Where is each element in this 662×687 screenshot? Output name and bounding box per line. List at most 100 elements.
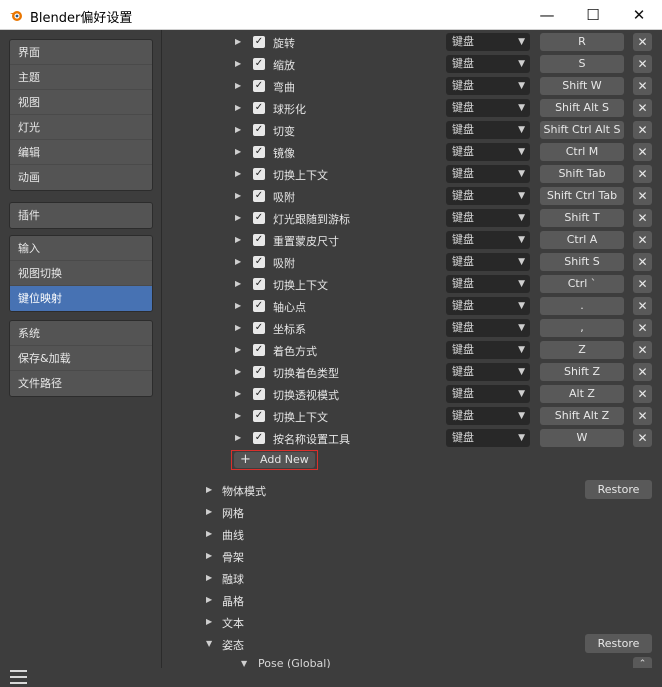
input-type-select[interactable]: 键盘 ▼ — [446, 187, 530, 205]
expand-arrow-icon[interactable]: ▶ — [206, 529, 212, 538]
enabled-checkbox[interactable]: ✓ — [253, 234, 265, 246]
sidebar-item-lights[interactable]: 灯光 — [10, 115, 152, 140]
expand-arrow-icon[interactable]: ▶ — [235, 213, 241, 222]
expand-arrow-icon[interactable]: ▶ — [235, 279, 241, 288]
remove-item-button[interactable]: ✕ — [633, 253, 652, 271]
expand-arrow-icon[interactable]: ▶ — [235, 323, 241, 332]
keymap-subcategory[interactable]: ▼ Pose (Global) ⌃ — [163, 657, 662, 668]
input-type-select[interactable]: 键盘 ▼ — [446, 231, 530, 249]
key-binding-button[interactable]: W — [540, 429, 624, 447]
remove-item-button[interactable]: ✕ — [633, 319, 652, 337]
keymap-category[interactable]: ▶ 曲线 — [163, 523, 662, 545]
remove-item-button[interactable]: ✕ — [633, 429, 652, 447]
scroll-up-icon[interactable]: ⌃ — [633, 657, 652, 668]
key-binding-button[interactable]: Shift Ctrl Alt S — [540, 121, 624, 139]
remove-item-button[interactable]: ✕ — [633, 341, 652, 359]
input-type-select[interactable]: 键盘 ▼ — [446, 55, 530, 73]
collapse-arrow-icon[interactable]: ▼ — [241, 659, 247, 668]
restore-button[interactable]: Restore — [585, 480, 652, 499]
remove-item-button[interactable]: ✕ — [633, 363, 652, 381]
sidebar-item-save-load[interactable]: 保存&加载 — [10, 346, 152, 371]
keymap-category[interactable]: ▼ 姿态 Restore — [163, 633, 662, 655]
expand-arrow-icon[interactable]: ▶ — [206, 595, 212, 604]
sidebar-item-addons[interactable]: 插件 — [10, 203, 152, 228]
sidebar-item-editing[interactable]: 编辑 — [10, 140, 152, 165]
sidebar-item-viewport[interactable]: 视图 — [10, 90, 152, 115]
enabled-checkbox[interactable]: ✓ — [253, 80, 265, 92]
key-binding-button[interactable]: S — [540, 55, 624, 73]
keymap-category[interactable]: ▶ 文本 — [163, 611, 662, 633]
expand-arrow-icon[interactable]: ▶ — [235, 411, 241, 420]
remove-item-button[interactable]: ✕ — [633, 209, 652, 227]
expand-arrow-icon[interactable]: ▶ — [235, 345, 241, 354]
input-type-select[interactable]: 键盘 ▼ — [446, 99, 530, 117]
expand-arrow-icon[interactable]: ▶ — [235, 147, 241, 156]
remove-item-button[interactable]: ✕ — [633, 33, 652, 51]
key-binding-button[interactable]: Ctrl ` — [540, 275, 624, 293]
remove-item-button[interactable]: ✕ — [633, 407, 652, 425]
collapse-arrow-icon[interactable]: ▼ — [206, 639, 212, 648]
remove-item-button[interactable]: ✕ — [633, 77, 652, 95]
enabled-checkbox[interactable]: ✓ — [253, 124, 265, 136]
input-type-select[interactable]: 键盘 ▼ — [446, 319, 530, 337]
enabled-checkbox[interactable]: ✓ — [253, 256, 265, 268]
keymap-category[interactable]: ▶ 物体模式 Restore — [163, 479, 662, 501]
expand-arrow-icon[interactable]: ▶ — [206, 617, 212, 626]
remove-item-button[interactable]: ✕ — [633, 143, 652, 161]
key-binding-button[interactable]: Shift Tab — [540, 165, 624, 183]
input-type-select[interactable]: 键盘 ▼ — [446, 121, 530, 139]
enabled-checkbox[interactable]: ✓ — [253, 36, 265, 48]
expand-arrow-icon[interactable]: ▶ — [235, 367, 241, 376]
input-type-select[interactable]: 键盘 ▼ — [446, 165, 530, 183]
remove-item-button[interactable]: ✕ — [633, 231, 652, 249]
expand-arrow-icon[interactable]: ▶ — [206, 573, 212, 582]
key-binding-button[interactable]: Shift S — [540, 253, 624, 271]
expand-arrow-icon[interactable]: ▶ — [235, 257, 241, 266]
remove-item-button[interactable]: ✕ — [633, 275, 652, 293]
restore-button[interactable]: Restore — [585, 634, 652, 653]
expand-arrow-icon[interactable]: ▶ — [235, 169, 241, 178]
enabled-checkbox[interactable]: ✓ — [253, 58, 265, 70]
keymap-category[interactable]: ▶ 融球 — [163, 567, 662, 589]
remove-item-button[interactable]: ✕ — [633, 187, 652, 205]
key-binding-button[interactable]: , — [540, 319, 624, 337]
enabled-checkbox[interactable]: ✓ — [253, 278, 265, 290]
close-button[interactable]: ✕ — [616, 0, 662, 30]
key-binding-button[interactable]: R — [540, 33, 624, 51]
key-binding-button[interactable]: Shift Alt S — [540, 99, 624, 117]
enabled-checkbox[interactable]: ✓ — [253, 366, 265, 378]
hamburger-menu-icon[interactable] — [10, 670, 27, 687]
expand-arrow-icon[interactable]: ▶ — [235, 103, 241, 112]
expand-arrow-icon[interactable]: ▶ — [235, 125, 241, 134]
expand-arrow-icon[interactable]: ▶ — [235, 59, 241, 68]
key-binding-button[interactable]: Shift Ctrl Tab — [540, 187, 624, 205]
key-binding-button[interactable]: Shift T — [540, 209, 624, 227]
key-binding-button[interactable]: Shift W — [540, 77, 624, 95]
enabled-checkbox[interactable]: ✓ — [253, 322, 265, 334]
input-type-select[interactable]: 键盘 ▼ — [446, 143, 530, 161]
input-type-select[interactable]: 键盘 ▼ — [446, 407, 530, 425]
key-binding-button[interactable]: Alt Z — [540, 385, 624, 403]
keymap-category[interactable]: ▶ 骨架 — [163, 545, 662, 567]
enabled-checkbox[interactable]: ✓ — [253, 190, 265, 202]
expand-arrow-icon[interactable]: ▶ — [235, 433, 241, 442]
enabled-checkbox[interactable]: ✓ — [253, 102, 265, 114]
sidebar-item-navigation[interactable]: 视图切换 — [10, 261, 152, 286]
key-binding-button[interactable]: Shift Z — [540, 363, 624, 381]
enabled-checkbox[interactable]: ✓ — [253, 212, 265, 224]
input-type-select[interactable]: 键盘 ▼ — [446, 275, 530, 293]
input-type-select[interactable]: 键盘 ▼ — [446, 297, 530, 315]
input-type-select[interactable]: 键盘 ▼ — [446, 341, 530, 359]
expand-arrow-icon[interactable]: ▶ — [206, 551, 212, 560]
input-type-select[interactable]: 键盘 ▼ — [446, 429, 530, 447]
sidebar-item-themes[interactable]: 主题 — [10, 65, 152, 90]
sidebar-item-input[interactable]: 输入 — [10, 236, 152, 261]
remove-item-button[interactable]: ✕ — [633, 55, 652, 73]
remove-item-button[interactable]: ✕ — [633, 99, 652, 117]
keymap-category[interactable]: ▶ 网格 — [163, 501, 662, 523]
sidebar-item-interface[interactable]: 界面 — [10, 40, 152, 65]
remove-item-button[interactable]: ✕ — [633, 385, 652, 403]
enabled-checkbox[interactable]: ✓ — [253, 168, 265, 180]
expand-arrow-icon[interactable]: ▶ — [235, 301, 241, 310]
sidebar-item-file-paths[interactable]: 文件路径 — [10, 371, 152, 396]
